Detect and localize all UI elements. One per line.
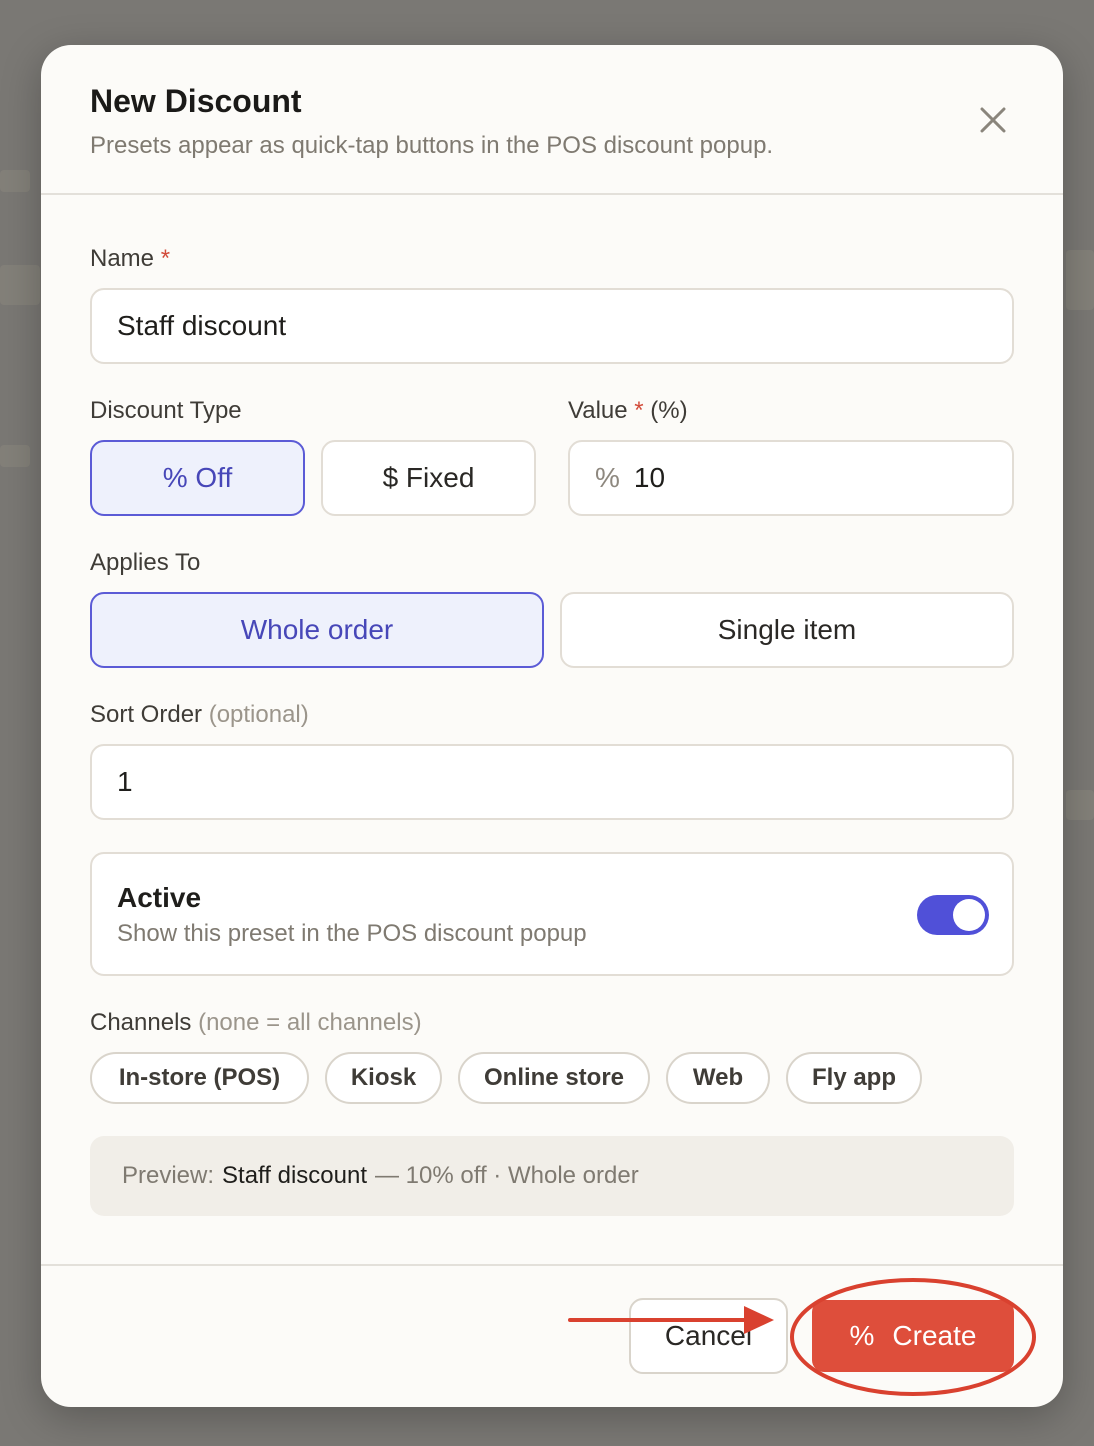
name-label: Name * bbox=[90, 245, 171, 272]
name-input-value: Staff discount bbox=[117, 310, 287, 341]
active-setting-card: Active Show this preset in the POS disco… bbox=[90, 852, 1014, 976]
applies-to-whole-order[interactable]: Whole order bbox=[90, 592, 544, 668]
footer-divider bbox=[41, 1264, 1063, 1266]
value-input[interactable]: % 10 bbox=[568, 440, 1014, 516]
applies-to-label: Applies To bbox=[90, 549, 201, 576]
preview-box: Preview: Staff discount — 10% off · Whol… bbox=[90, 1136, 1014, 1216]
sort-order-hint: (optional) bbox=[208, 701, 309, 728]
dialog-title: New Discount bbox=[90, 83, 302, 119]
required-mark: * bbox=[160, 245, 171, 272]
dialog-header: New Discount Presets appear as quick-tap… bbox=[41, 45, 1063, 195]
channels-hint: (none = all channels) bbox=[198, 1009, 422, 1036]
active-description: Show this preset in the POS discount pop… bbox=[117, 920, 587, 947]
channel-chip-in-store-pos[interactable]: In-store (POS) bbox=[90, 1052, 309, 1104]
value-prefix: % bbox=[595, 462, 620, 493]
value-unit-hint: (%) bbox=[650, 397, 688, 424]
value-label: Value * (%) bbox=[568, 397, 688, 424]
required-mark: * bbox=[634, 397, 644, 424]
new-discount-dialog: New Discount Presets appear as quick-tap… bbox=[41, 45, 1063, 1407]
close-icon bbox=[980, 107, 1006, 133]
name-input[interactable]: Staff discount bbox=[90, 288, 1014, 364]
channels-label: Channels (none = all channels) bbox=[90, 1009, 422, 1036]
active-toggle[interactable] bbox=[917, 895, 989, 935]
channel-chip-online-store[interactable]: Online store bbox=[458, 1052, 650, 1104]
channel-chip-kiosk[interactable]: Kiosk bbox=[325, 1052, 442, 1104]
toggle-knob bbox=[953, 899, 985, 931]
applies-to-single-item[interactable]: Single item bbox=[560, 592, 1014, 668]
create-button[interactable]: % Create bbox=[812, 1300, 1014, 1372]
discount-type-fixed[interactable]: $ Fixed bbox=[321, 440, 536, 516]
sort-order-value: 1 bbox=[117, 766, 133, 797]
discount-type-percent-off[interactable]: % Off bbox=[90, 440, 305, 516]
active-title: Active bbox=[117, 882, 202, 913]
preview-prefix: Preview: bbox=[122, 1162, 215, 1189]
cancel-button[interactable]: Cancel bbox=[629, 1298, 788, 1374]
dialog-subtitle: Presets appear as quick-tap buttons in t… bbox=[90, 132, 774, 159]
percent-icon: % bbox=[849, 1320, 875, 1351]
value-input-value: 10 bbox=[633, 462, 666, 493]
sort-order-input[interactable]: 1 bbox=[90, 744, 1014, 820]
create-button-label: Create bbox=[892, 1320, 977, 1351]
close-button[interactable] bbox=[973, 100, 1013, 140]
sort-order-label: Sort Order (optional) bbox=[90, 701, 309, 728]
channel-chip-fly-app[interactable]: Fly app bbox=[786, 1052, 922, 1104]
preview-name: Staff discount bbox=[222, 1162, 368, 1189]
preview-details: — 10% off · Whole order bbox=[375, 1162, 639, 1189]
discount-type-label: Discount Type bbox=[90, 397, 242, 424]
channel-chip-web[interactable]: Web bbox=[666, 1052, 770, 1104]
